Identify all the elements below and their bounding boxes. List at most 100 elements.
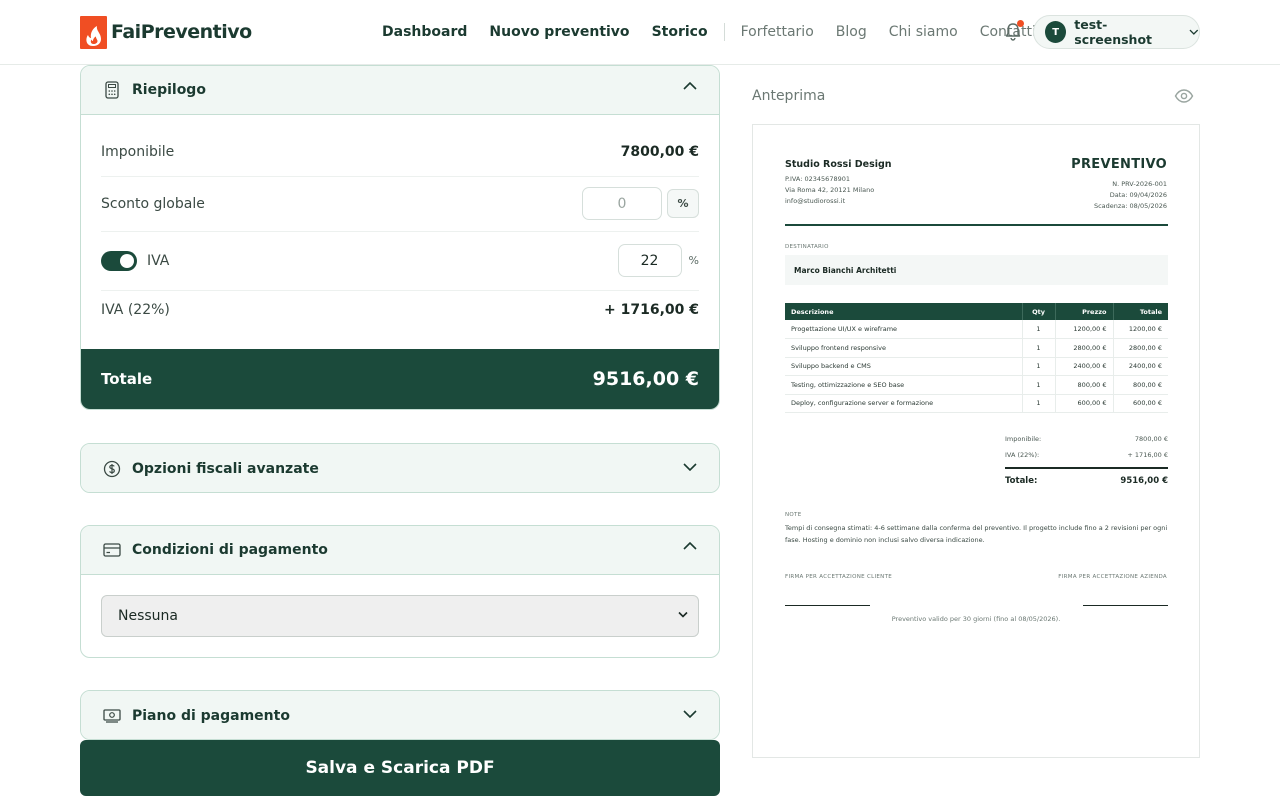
riepilogo-panel: Riepilogo Imponibile 7800,00 € Sconto gl… <box>80 65 720 410</box>
signature-company-line <box>1083 605 1168 606</box>
item-qty: 1 <box>1021 357 1055 376</box>
riepilogo-header[interactable]: Riepilogo <box>81 66 719 115</box>
condizioni-select[interactable]: Nessuna <box>101 595 699 637</box>
summary-iva: IVA (22%): + 1716,00 € <box>1005 451 1168 459</box>
credit-card-icon <box>102 540 122 560</box>
piano-header[interactable]: Piano di pagamento <box>81 691 719 739</box>
summary-imponibile-label: Imponibile: <box>1005 435 1042 443</box>
document-title: PREVENTIVO <box>1071 157 1167 172</box>
col-descrizione: Descrizione <box>785 303 1023 320</box>
summary-total: Totale: 9516,00 € <box>1005 476 1168 486</box>
validity-note: Preventivo valido per 30 giorni (fino al… <box>891 615 1061 623</box>
avatar: T <box>1045 21 1067 43</box>
table-row: Sviluppo frontend responsive 1 2800,00 €… <box>785 338 1168 358</box>
piano-panel: Piano di pagamento <box>80 690 720 740</box>
col-qty: Qty <box>1022 303 1056 320</box>
condizioni-header[interactable]: Condizioni di pagamento <box>81 526 719 575</box>
totale-bar: Totale 9516,00 € <box>81 349 719 409</box>
table-row: Deploy, configurazione server e formazio… <box>785 394 1168 413</box>
summary-imponibile: Imponibile: 7800,00 € <box>1005 435 1168 443</box>
item-qty: 1 <box>1021 320 1055 339</box>
user-name: test-screenshot <box>1074 17 1153 47</box>
sconto-unit-toggle[interactable]: % <box>667 189 699 218</box>
chevron-down-icon[interactable] <box>683 463 697 471</box>
user-menu[interactable]: T test-screenshot <box>1033 15 1200 49</box>
summary-iva-label: IVA (22%): <box>1005 451 1040 459</box>
nav-chi-siamo[interactable]: Chi siamo <box>889 24 958 40</box>
chevron-down-icon[interactable] <box>683 710 697 718</box>
dollar-circle-icon <box>102 459 122 479</box>
item-total: 2800,00 € <box>1112 338 1168 358</box>
save-download-pdf-button[interactable]: Salva e Scarica PDF <box>80 740 720 796</box>
summary-divider <box>1005 467 1168 469</box>
imponibile-label: Imponibile <box>101 144 175 160</box>
notes-text: Tempi di consegna stimati: 4-6 settimane… <box>785 524 1168 544</box>
document-date: Data: 09/04/2026 <box>1109 191 1167 199</box>
summary-imponibile-value: 7800,00 € <box>1134 435 1168 443</box>
iva-toggle[interactable] <box>101 250 137 271</box>
header-divider <box>785 224 1168 226</box>
chevron-down-icon <box>678 611 688 618</box>
items-table: Descrizione Qty Prezzo Totale Progettazi… <box>785 303 1168 413</box>
signature-client-label: FIRMA PER ACCETTAZIONE CLIENTE <box>785 574 893 580</box>
item-desc: Testing, ottimizzazione e SEO base <box>785 375 1022 395</box>
chevron-up-icon[interactable] <box>683 542 697 550</box>
item-price: 600,00 € <box>1054 394 1113 413</box>
item-qty: 1 <box>1021 338 1055 358</box>
piano-title: Piano di pagamento <box>132 707 290 724</box>
recipient-label: DESTINATARIO <box>785 244 829 250</box>
iva-unit: % <box>688 254 699 267</box>
condizioni-selected: Nessuna <box>118 608 178 624</box>
condizioni-title: Condizioni di pagamento <box>132 542 328 558</box>
company-address: Via Roma 42, 20121 Milano <box>785 186 875 194</box>
chevron-down-icon <box>1189 29 1199 35</box>
document-number: N. PRV-2026-001 <box>1112 180 1167 188</box>
nav-divider <box>723 23 725 41</box>
item-total: 2400,00 € <box>1112 357 1168 376</box>
logo[interactable]: FaiPreventivo <box>80 15 252 49</box>
item-desc: Progettazione UI/UX e wireframe <box>785 320 1022 339</box>
nav-dashboard[interactable]: Dashboard <box>382 24 467 40</box>
nav-forfettario[interactable]: Forfettario <box>741 24 814 40</box>
summary-total-value: 9516,00 € <box>1120 476 1168 486</box>
col-prezzo: Prezzo <box>1055 303 1114 320</box>
nav-nuovo-preventivo[interactable]: Nuovo preventivo <box>489 24 629 40</box>
iva-amount-value: + 1716,00 € <box>604 302 699 318</box>
condizioni-panel: Condizioni di pagamento Nessuna <box>80 525 720 658</box>
main-nav: Dashboard Nuovo preventivo Storico Forfe… <box>382 22 1058 42</box>
summary-total-label: Totale: <box>1005 476 1038 486</box>
document-expiry: Scadenza: 08/05/2026 <box>1093 202 1167 210</box>
iva-amount-label: IVA (22%) <box>101 302 170 318</box>
sconto-input[interactable]: 0 <box>582 187 662 220</box>
opzioni-fiscali-header[interactable]: Opzioni fiscali avanzate <box>81 444 719 492</box>
divider <box>101 290 699 291</box>
company-name: Studio Rossi Design <box>785 159 892 170</box>
item-price: 2400,00 € <box>1054 357 1113 376</box>
banknote-icon <box>102 706 122 726</box>
chevron-up-icon[interactable] <box>683 82 697 90</box>
item-desc: Sviluppo backend e CMS <box>785 357 1022 376</box>
recipient-name: Marco Bianchi Architetti <box>794 265 897 275</box>
iva-rate-input[interactable]: 22 <box>617 244 682 277</box>
recipient-box: Marco Bianchi Architetti <box>785 255 1168 285</box>
imponibile-value: 7800,00 € <box>620 144 699 160</box>
brand-name: FaiPreventivo <box>111 21 252 43</box>
sconto-label: Sconto globale <box>101 195 205 212</box>
totale-value: 9516,00 € <box>592 368 699 390</box>
item-total: 600,00 € <box>1112 394 1168 413</box>
item-desc: Deploy, configurazione server e formazio… <box>785 394 1022 413</box>
item-total: 1200,00 € <box>1112 320 1168 339</box>
quote-preview-document: Studio Rossi Design P.IVA: 02345678901 V… <box>752 124 1200 758</box>
item-price: 2800,00 € <box>1054 338 1113 358</box>
item-total: 800,00 € <box>1112 375 1168 395</box>
totale-label: Totale <box>101 370 153 388</box>
nav-blog[interactable]: Blog <box>836 24 867 40</box>
divider <box>101 231 699 232</box>
item-price: 1200,00 € <box>1054 320 1113 339</box>
company-email: info@studiorossi.it <box>785 197 846 205</box>
nav-storico[interactable]: Storico <box>652 24 708 40</box>
opzioni-fiscali-title: Opzioni fiscali avanzate <box>132 460 319 477</box>
eye-icon[interactable] <box>1174 88 1194 104</box>
signature-company-label: FIRMA PER ACCETTAZIONE AZIENDA <box>1058 574 1167 580</box>
table-row: Sviluppo backend e CMS 1 2400,00 € 2400,… <box>785 357 1168 376</box>
